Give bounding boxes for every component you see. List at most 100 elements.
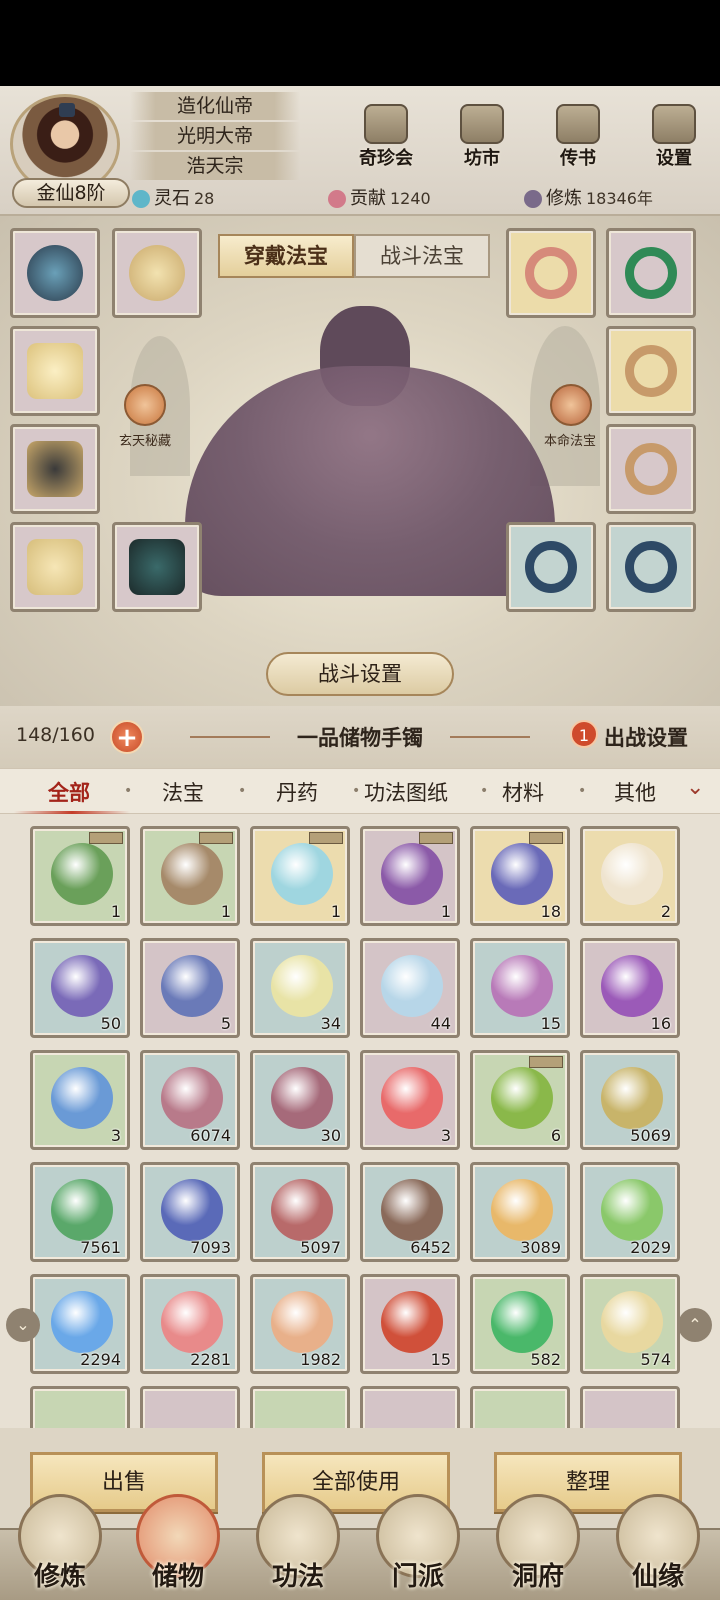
battle-settings-button[interactable]: 战斗设置 — [266, 652, 454, 696]
inventory-item[interactable]: 7561 — [30, 1162, 130, 1262]
tab-skills-blueprints[interactable]: 功法图纸 — [364, 777, 448, 807]
scroll-down-button[interactable]: ⌄ — [6, 1308, 40, 1342]
nav-cultivate[interactable]: 修炼 — [10, 1494, 110, 1594]
treasure-hall-button[interactable]: 奇珍会 — [346, 104, 426, 174]
inventory-item[interactable]: 34 — [250, 938, 350, 1038]
bound-tag-icon — [199, 832, 233, 844]
button-label: 设置 — [656, 148, 692, 169]
item-quantity: 582 — [530, 1350, 561, 1369]
item-icon — [491, 955, 553, 1017]
ring-icon — [625, 247, 677, 299]
item-quantity: 1 — [330, 902, 341, 921]
ring-icon — [625, 541, 677, 593]
equip-slot-boots[interactable] — [112, 522, 202, 612]
inventory-item[interactable]: 15 — [360, 1274, 460, 1374]
inventory-item[interactable]: 5097 — [250, 1162, 350, 1262]
equip-slot-talisman[interactable] — [112, 228, 202, 318]
life-treasure-icon[interactable] — [550, 384, 592, 426]
chevron-down-icon[interactable]: ⌄ — [686, 775, 704, 800]
item-quantity: 6 — [550, 1126, 561, 1145]
item-icon — [271, 1291, 333, 1353]
nav-skills[interactable]: 功法 — [248, 1494, 348, 1594]
inventory-item[interactable]: 50 — [30, 938, 130, 1038]
scroll-up-button[interactable]: ⌃ — [678, 1308, 712, 1342]
item-quantity: 30 — [320, 1126, 341, 1145]
equip-slot-gloves[interactable] — [10, 424, 100, 514]
inventory-item[interactable]: 6074 — [140, 1050, 240, 1150]
title-2: 光明大帝 — [130, 122, 300, 150]
inventory-item[interactable]: 3 — [360, 1050, 460, 1150]
inventory-item[interactable]: 2029 — [580, 1162, 680, 1262]
market-button[interactable]: 坊市 — [442, 104, 522, 174]
inventory-item[interactable]: 1 — [360, 826, 460, 926]
inventory-item[interactable]: 5 — [140, 938, 240, 1038]
nav-sect[interactable]: 门派 — [368, 1494, 468, 1594]
inventory-item[interactable]: 2 — [580, 826, 680, 926]
equip-slot-pants[interactable] — [10, 522, 100, 612]
deploy-settings-button[interactable]: 出战设置 — [604, 722, 688, 752]
tab-battle-treasure[interactable]: 战斗法宝 — [354, 234, 490, 278]
inventory-item[interactable]: 1 — [30, 826, 130, 926]
inventory-item[interactable]: 7093 — [140, 1162, 240, 1262]
item-icon — [271, 1067, 333, 1129]
inventory-item[interactable]: 2281 — [140, 1274, 240, 1374]
tab-worn-treasure[interactable]: 穿戴法宝 — [218, 234, 354, 278]
inventory-item[interactable]: 1 — [140, 826, 240, 926]
inventory-item[interactable]: 30 — [250, 1050, 350, 1150]
inventory-item[interactable]: 1982 — [250, 1274, 350, 1374]
rank-badge: 金仙8阶 — [12, 178, 130, 208]
market-icon — [460, 104, 504, 144]
letter-button[interactable]: 传书 — [538, 104, 618, 174]
inventory-item[interactable]: 16 — [580, 938, 680, 1038]
inventory-item[interactable]: 6452 — [360, 1162, 460, 1262]
inventory-item[interactable]: 3 — [30, 1050, 130, 1150]
item-icon — [491, 1179, 553, 1241]
equip-slot-ring-3[interactable] — [606, 326, 696, 416]
tab-separator: • — [238, 783, 247, 799]
inventory-item[interactable]: 6 — [470, 1050, 570, 1150]
equip-slot-armor[interactable] — [10, 326, 100, 416]
equip-slot-ring-6[interactable] — [606, 522, 696, 612]
inventory-item[interactable]: 1 — [250, 826, 350, 926]
tab-others[interactable]: 其他 — [614, 777, 656, 807]
tab-all[interactable]: 全部 — [48, 777, 90, 807]
inventory-item[interactable]: 44 — [360, 938, 460, 1038]
equip-slot-ring-5[interactable] — [506, 522, 596, 612]
item-icon — [601, 1179, 663, 1241]
inventory-item[interactable]: 2294 — [30, 1274, 130, 1374]
tab-treasure[interactable]: 法宝 — [162, 777, 204, 807]
inventory-item[interactable]: 18 — [470, 826, 570, 926]
title-1: 造化仙帝 — [130, 92, 300, 120]
nav-cave[interactable]: 洞府 — [488, 1494, 588, 1594]
item-icon — [51, 1067, 113, 1129]
settings-button[interactable]: 设置 — [634, 104, 714, 174]
title-3: 浩天宗 — [130, 152, 300, 180]
inventory-item[interactable]: 574 — [580, 1274, 680, 1374]
nav-destiny[interactable]: 仙缘 — [608, 1494, 708, 1594]
inventory-item[interactable]: 15 — [470, 938, 570, 1038]
nav-storage[interactable]: 储物 — [128, 1494, 228, 1594]
equip-slot-ring-2[interactable] — [606, 228, 696, 318]
inventory-item[interactable]: 582 — [470, 1274, 570, 1374]
tab-separator: • — [124, 783, 133, 799]
secret-treasury-label: 玄天秘藏 — [118, 434, 171, 449]
equip-slot-ring-4[interactable] — [606, 424, 696, 514]
item-icon — [271, 955, 333, 1017]
secret-treasury-icon[interactable] — [124, 384, 166, 426]
equip-slot-necklace[interactable] — [10, 228, 100, 318]
item-icon — [491, 1291, 553, 1353]
resource-label: 贡献 — [350, 188, 386, 209]
item-grid: 1 1 1 1 18 2 50 5 34 44 15 16 3 6074 30 3 6 5069 7561 7093 5… — [0, 814, 720, 1438]
equip-slot-ring-1[interactable] — [506, 228, 596, 318]
bound-tag-icon — [89, 832, 123, 844]
nav-label: 门派 — [391, 1562, 444, 1592]
inventory-item[interactable]: 3089 — [470, 1162, 570, 1262]
inventory-item[interactable]: 5069 — [580, 1050, 680, 1150]
bound-tag-icon — [529, 832, 563, 844]
divider-ornament — [450, 736, 530, 738]
item-quantity: 15 — [540, 1014, 561, 1033]
tab-materials[interactable]: 材料 — [502, 777, 544, 807]
cultivation-icon — [524, 190, 542, 208]
item-quantity: 16 — [650, 1014, 671, 1033]
tab-pills[interactable]: 丹药 — [276, 777, 318, 807]
